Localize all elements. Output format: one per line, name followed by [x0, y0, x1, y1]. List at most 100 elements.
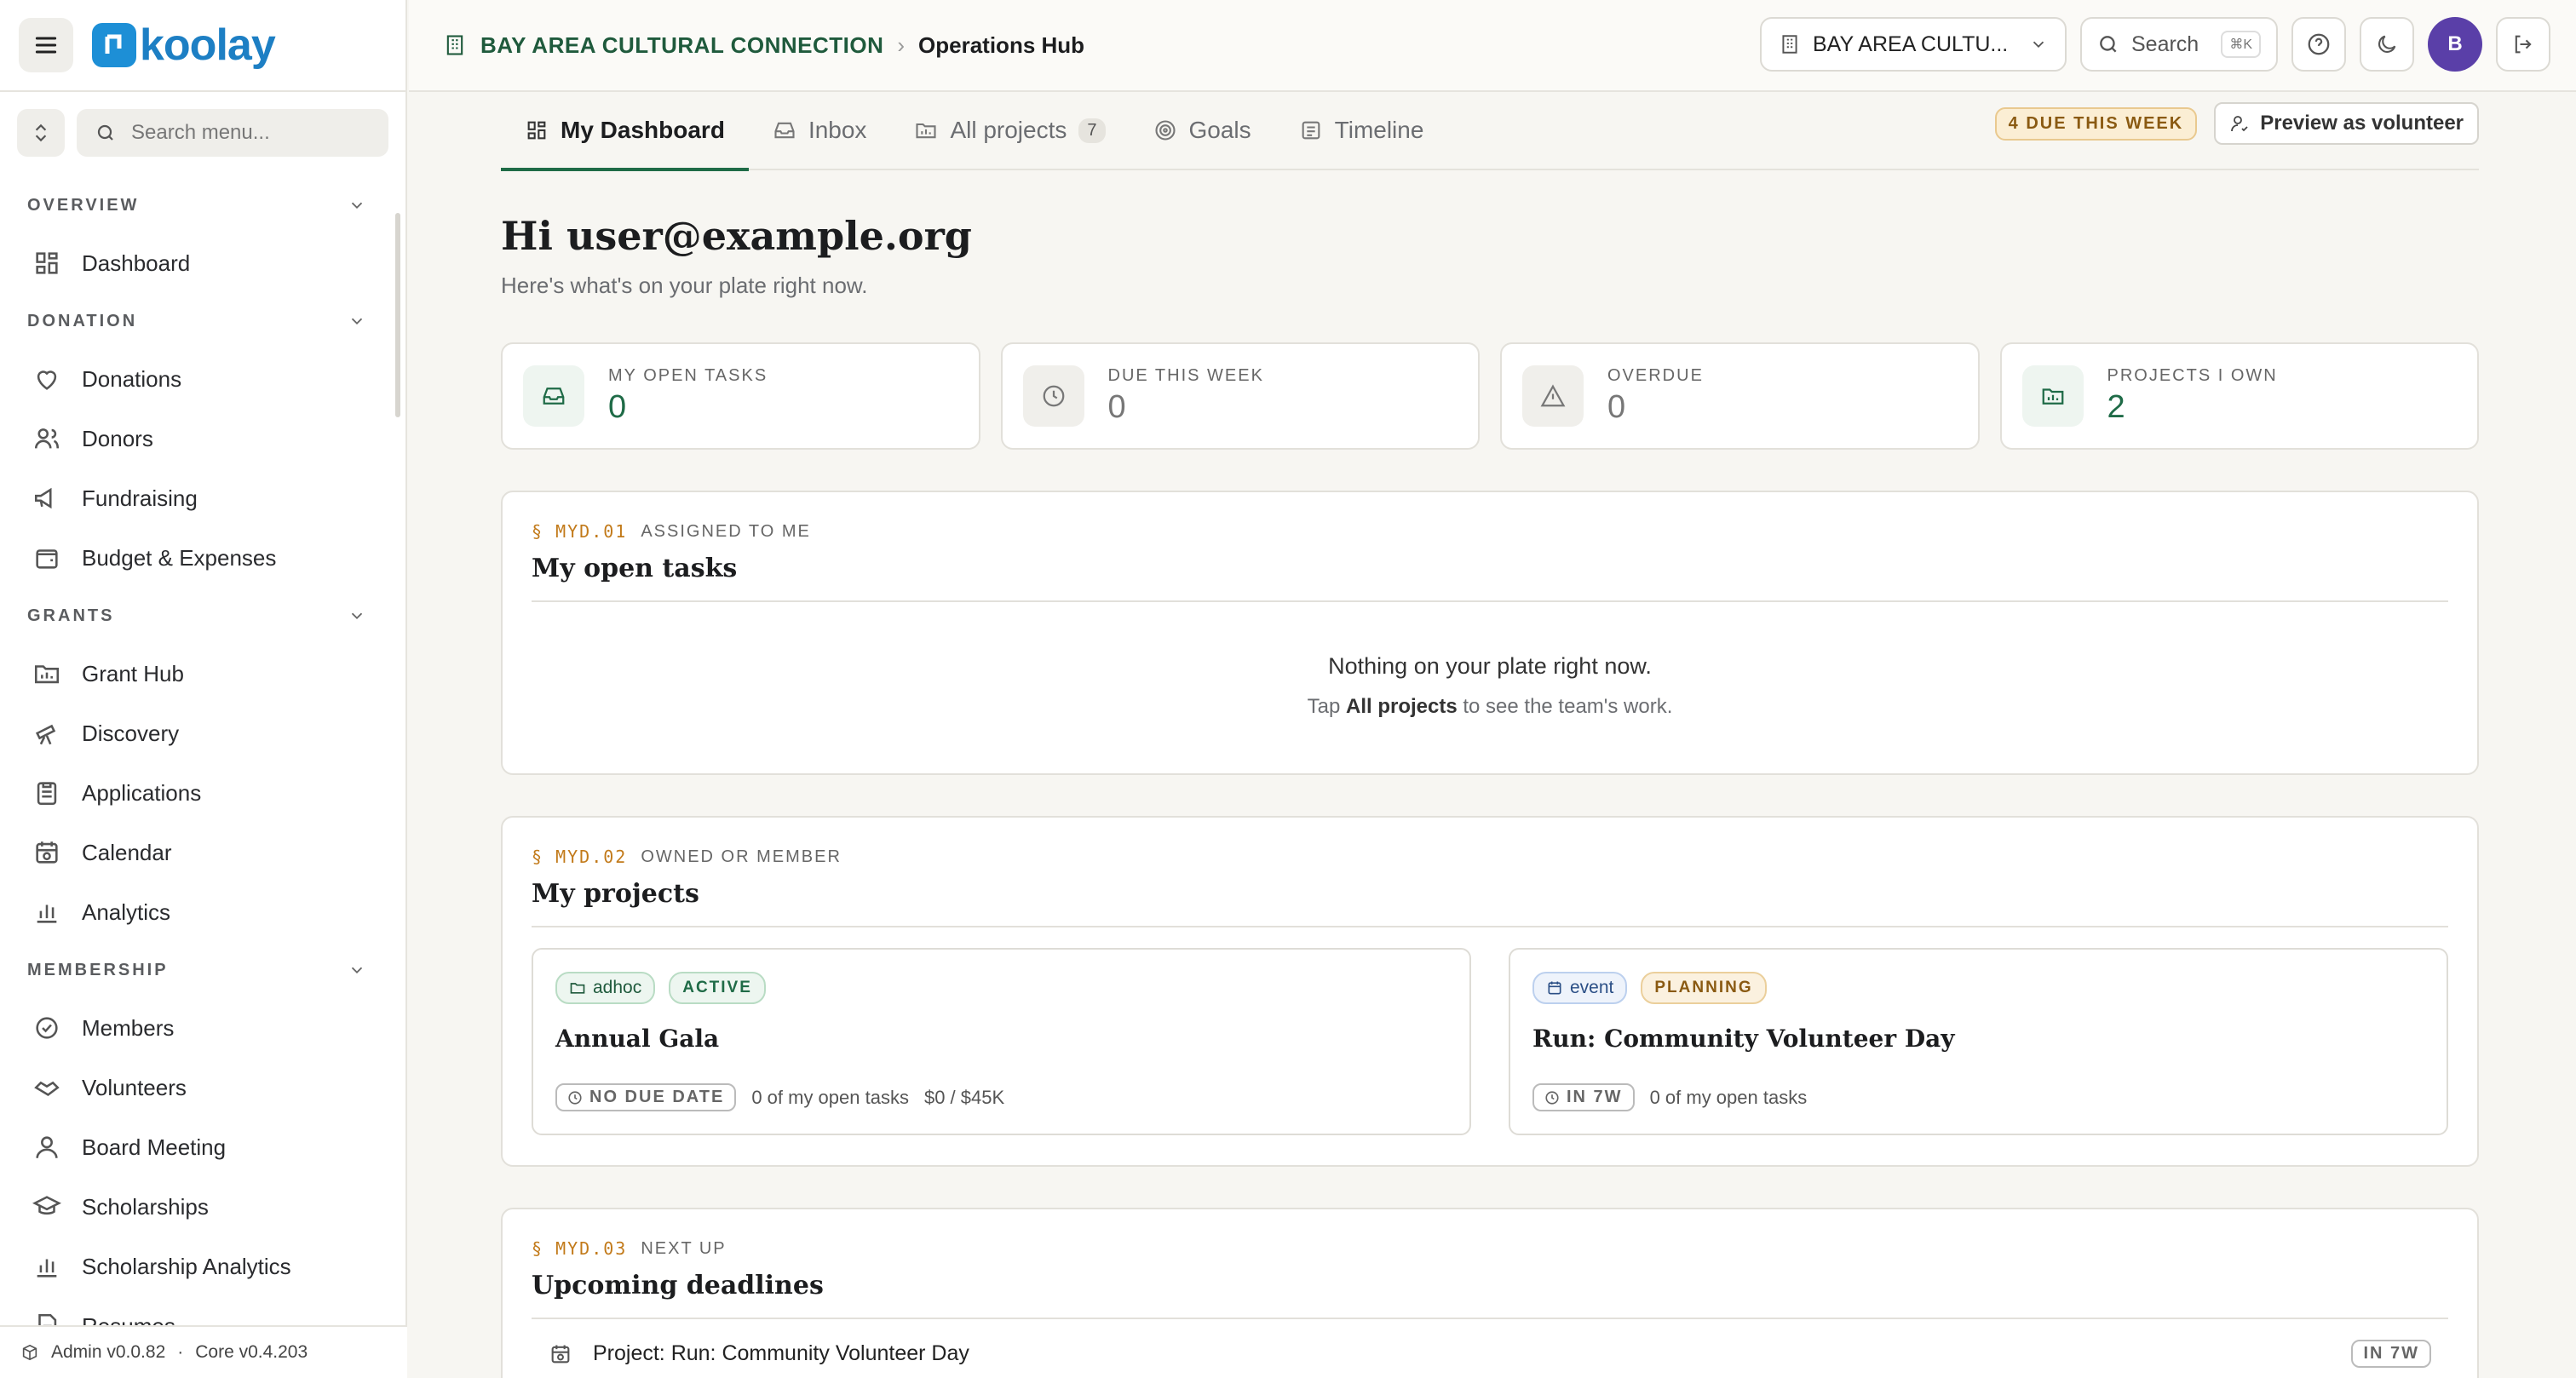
global-search-button[interactable]: Search ⌘K — [2080, 17, 2278, 72]
users-icon — [34, 428, 60, 449]
section-donation[interactable]: DONATION — [0, 293, 400, 349]
folder-chart-icon — [2042, 388, 2063, 405]
tag-label: event — [1570, 978, 1614, 997]
tag-label: adhoc — [593, 978, 642, 997]
calendar-clock-icon — [36, 841, 58, 864]
search-label: Search — [2131, 32, 2199, 56]
app-logo[interactable]: koolay — [92, 20, 276, 71]
chevron-down-icon — [351, 202, 363, 210]
sidebar-item-label: Analytics — [82, 899, 171, 925]
sidebar-item-analytics[interactable]: Analytics — [0, 882, 400, 942]
logout-button[interactable] — [2496, 17, 2550, 72]
sidebar-item-label: Grant Hub — [82, 660, 184, 686]
alert-triangle-icon — [1540, 384, 1566, 407]
stat-label: MY OPEN TASKS — [608, 366, 768, 385]
project-card[interactable]: event PLANNING Run: Community Volunteer … — [1509, 948, 2448, 1135]
deadline-due-pill: IN 7W — [2351, 1340, 2431, 1368]
help-button[interactable] — [2291, 17, 2346, 72]
project-card[interactable]: adhoc ACTIVE Annual Gala NO DUE DATE 0 o… — [532, 948, 1471, 1135]
bar-chart-icon — [37, 1259, 57, 1278]
sidebar-search-input[interactable]: Search menu... — [77, 109, 388, 157]
sidebar-item-fundraising[interactable]: Fundraising — [0, 468, 400, 528]
sidebar-item-label: Members — [82, 1014, 175, 1041]
section-grants[interactable]: GRANTS — [0, 588, 400, 644]
handshake-icon — [34, 1081, 60, 1097]
topbar-actions: BAY AREA CULTU... Search ⌘K B — [1760, 17, 2550, 72]
sidebar-nav: OVERVIEW Dashboard DONATION Donations Do… — [0, 177, 400, 1356]
section-membership[interactable]: MEMBERSHIP — [0, 942, 400, 998]
sidebar: koolay Search menu... OVERVIEW Dashboard… — [0, 0, 407, 1378]
wallet-icon — [36, 549, 58, 569]
section-title: GRANTS — [27, 606, 115, 625]
moon-icon — [2378, 35, 2396, 53]
tab-count-badge: 7 — [1078, 118, 1106, 143]
sidebar-item-scholarships[interactable]: Scholarships — [0, 1177, 400, 1237]
sidebar-scrollbar[interactable] — [395, 213, 400, 417]
sidebar-item-applications[interactable]: Applications — [0, 763, 400, 823]
section-kicker: OWNED OR MEMBER — [641, 847, 842, 866]
logo-mark-icon — [92, 23, 136, 67]
stat-icon-wrap — [1022, 365, 1084, 427]
section-code: § MYD.02 — [532, 847, 628, 867]
tab-timeline[interactable]: Timeline — [1275, 91, 1448, 169]
expand-collapse-button[interactable] — [17, 109, 65, 157]
hint-prefix: Tap — [1307, 695, 1346, 718]
building-icon — [1782, 35, 1797, 54]
project-status-tag: ACTIVE — [669, 972, 766, 1004]
stat-card-due-this-week[interactable]: DUE THIS WEEK 0 — [1000, 342, 1480, 450]
panel-title: My open tasks — [532, 554, 2448, 602]
stat-card-projects-i-own[interactable]: PROJECTS I OWN 2 — [1999, 342, 2479, 450]
search-shortcut: ⌘K — [2221, 31, 2261, 58]
deadline-item[interactable]: Project: Run: Community Volunteer Day IN… — [532, 1340, 2448, 1368]
sidebar-item-board-meeting[interactable]: Board Meeting — [0, 1117, 400, 1177]
breadcrumb-org[interactable]: BAY AREA CULTURAL CONNECTION — [480, 32, 883, 59]
tab-label: My Dashboard — [561, 117, 725, 143]
sidebar-item-scholarship-analytics[interactable]: Scholarship Analytics — [0, 1237, 400, 1296]
sidebar-item-budget[interactable]: Budget & Expenses — [0, 528, 400, 588]
panel-upcoming-deadlines: § MYD.03 NEXT UP Upcoming deadlines Proj… — [501, 1208, 2479, 1378]
theme-toggle-button[interactable] — [2360, 17, 2414, 72]
deadline-label: Project: Run: Community Volunteer Day — [593, 1341, 969, 1365]
core-version: Core v0.4.203 — [195, 1342, 308, 1362]
sidebar-item-dashboard[interactable]: Dashboard — [0, 233, 400, 293]
tab-all-projects[interactable]: All projects 7 — [890, 91, 1129, 169]
section-code: § MYD.01 — [532, 521, 628, 542]
preview-as-volunteer-button[interactable]: Preview as volunteer — [2214, 102, 2479, 145]
grid-icon — [36, 252, 58, 274]
panel-kicker: § MYD.03 NEXT UP — [532, 1238, 2448, 1259]
menu-toggle-button[interactable] — [19, 18, 73, 72]
stat-card-overdue[interactable]: OVERDUE 0 — [1500, 342, 1980, 450]
project-budget: $0 / $45K — [923, 1086, 1005, 1108]
tab-inbox[interactable]: Inbox — [749, 91, 891, 169]
project-type-tag: adhoc — [555, 972, 656, 1004]
avatar[interactable]: B — [2428, 17, 2482, 72]
page-subtitle: Here's what's on your plate right now. — [501, 273, 868, 298]
sidebar-item-label: Calendar — [82, 839, 172, 865]
badge-check-icon — [36, 1017, 58, 1039]
tab-goals[interactable]: Goals — [1130, 91, 1275, 169]
search-icon — [2100, 36, 2117, 53]
sidebar-item-volunteers[interactable]: Volunteers — [0, 1058, 400, 1117]
sidebar-item-label: Board Meeting — [82, 1134, 227, 1160]
sidebar-item-members[interactable]: Members — [0, 998, 400, 1058]
all-projects-link[interactable]: All projects — [1346, 695, 1458, 718]
project-meta: NO DUE DATE 0 of my open tasks $0 / $45K — [555, 1083, 1004, 1111]
sidebar-item-donations[interactable]: Donations — [0, 349, 400, 409]
sidebar-item-discovery[interactable]: Discovery — [0, 703, 400, 763]
sidebar-item-calendar[interactable]: Calendar — [0, 823, 400, 882]
stat-label: OVERDUE — [1607, 366, 1704, 385]
section-overview[interactable]: OVERVIEW — [0, 177, 400, 233]
stat-card-open-tasks[interactable]: MY OPEN TASKS 0 — [501, 342, 980, 450]
chevron-down-icon — [351, 318, 363, 325]
breadcrumb: BAY AREA CULTURAL CONNECTION › Operation… — [443, 32, 1084, 59]
sidebar-item-grant-hub[interactable]: Grant Hub — [0, 644, 400, 703]
sidebar-item-label: Scholarship Analytics — [82, 1253, 291, 1279]
hand-heart-icon — [37, 370, 57, 390]
tab-my-dashboard[interactable]: My Dashboard — [501, 91, 749, 171]
telescope-icon — [35, 724, 56, 745]
sidebar-item-donors[interactable]: Donors — [0, 409, 400, 468]
project-task-count: 0 of my open tasks — [1649, 1086, 1808, 1108]
chevron-down-icon — [351, 967, 363, 974]
version-separator: · — [177, 1342, 184, 1362]
org-select[interactable]: BAY AREA CULTU... — [1760, 17, 2067, 72]
